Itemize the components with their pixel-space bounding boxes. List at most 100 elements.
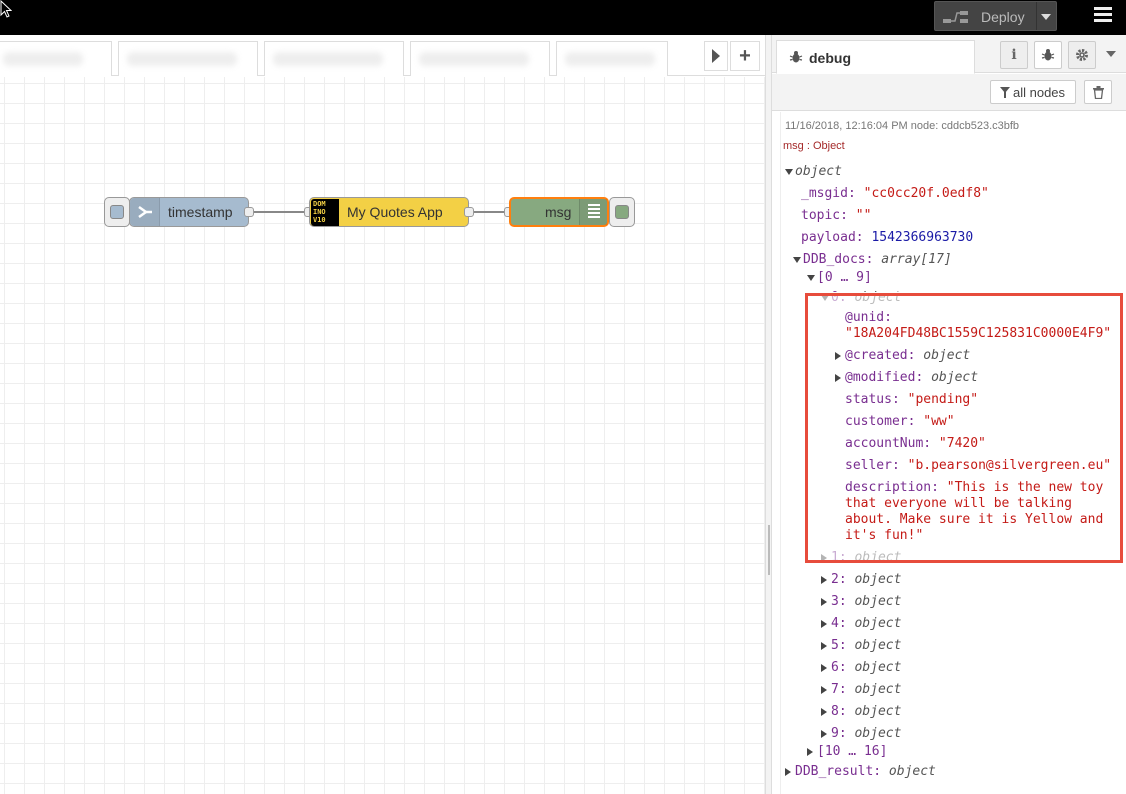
tree-key: 2: [831,572,855,587]
caret-right-icon[interactable] [821,619,827,628]
bug-icon [789,51,803,63]
tree-key: 7: [831,682,855,697]
hamburger-menu-icon[interactable] [1094,7,1114,25]
tree-row[interactable]: 3: object [821,594,901,609]
tree-key: 5: [831,638,855,653]
tab-debug-label: debug [809,50,851,66]
tree-key: 6: [831,660,855,675]
deploy-button[interactable]: Deploy [934,1,1057,31]
output-port[interactable] [464,207,474,217]
caret-right-icon[interactable] [821,597,827,606]
filter-label: all nodes [1013,85,1066,100]
highlight-box [805,293,1123,563]
mouse-cursor-icon [0,0,12,18]
tree-row[interactable]: 2: object [821,572,901,587]
output-port[interactable] [244,207,254,217]
filter-icon-stem [1004,92,1006,98]
tree-value: "cc0cc20f.0edf8" [863,186,989,201]
debug-node-icon-area [579,199,607,225]
info-tab-button[interactable]: i [1000,41,1028,69]
workspace-tab[interactable] [0,41,112,76]
highlight-fade [808,296,1120,306]
domino-logo-line: V10 [313,216,326,224]
sidebar-menu-caret-icon[interactable] [1106,51,1116,57]
bug-icon [1041,49,1055,61]
caret-right-icon[interactable] [821,641,827,650]
sidebar-resize-handle[interactable] [765,35,772,794]
tab-debug[interactable]: debug [776,40,975,74]
tree-key: payload: [801,230,872,245]
header-bar: Deploy [0,0,1126,35]
tree-key: [0 … 9] [817,270,872,285]
debug-toggle-button[interactable] [609,197,635,227]
caret-right-icon[interactable] [821,575,827,584]
tree-value: object [854,638,902,653]
inject-node-icon-area [130,198,160,226]
caret-down-icon[interactable] [793,256,801,263]
tree-row[interactable]: 8: object [821,704,901,719]
tree-key: 9: [831,726,855,741]
tree-row[interactable]: 6: object [821,660,901,675]
tree-key: topic: [801,208,856,223]
workspace-tab[interactable] [264,41,404,76]
domino-logo-line: INO [313,208,326,216]
tree-row[interactable]: DDB_docs: array[17] [793,252,952,267]
tree-row[interactable]: 5: object [821,638,901,653]
tree-value: array[17] [881,252,952,267]
tree-row[interactable]: DDB_result: object [785,764,936,779]
add-flow-tab-button[interactable]: + [730,41,760,71]
caret-right-icon[interactable] [821,663,827,672]
resize-grip[interactable] [768,525,770,575]
tab-scroll-right-button[interactable] [704,41,728,71]
tree-key: 3: [831,594,855,609]
tree-key: DDB_result: [795,764,889,779]
caret-right-icon[interactable] [821,729,827,738]
workspace-tab[interactable] [118,41,258,76]
tree-row: topic: "" [801,208,871,223]
tree-key: [10 … 16] [817,744,888,759]
deploy-label: Deploy [981,9,1025,25]
tree-key: 4: [831,616,855,631]
debug-tab-button[interactable] [1034,41,1062,69]
filter-all-nodes-button[interactable]: all nodes [990,80,1076,104]
inject-trigger-button[interactable] [104,197,130,227]
deploy-dropdown-caret-icon[interactable] [1041,14,1051,20]
workspace-tab[interactable] [556,41,668,76]
flow-canvas[interactable]: timestamp DOM INO V10 My Quotes App msg [0,77,765,794]
tree-value: object [888,764,936,779]
workspace-tab[interactable] [410,41,550,76]
caret-down-icon[interactable] [807,274,815,281]
tree-value: object [854,682,902,697]
tree-row[interactable]: [0 … 9] [807,270,872,285]
debug-toolbar: all nodes [772,74,1126,111]
caret-right-icon[interactable] [807,747,813,756]
tree-row[interactable]: object [785,164,842,179]
domino-node-my-quotes-app[interactable]: DOM INO V10 My Quotes App [309,197,469,227]
settings-tab-button[interactable] [1068,41,1096,69]
info-icon: i [1011,47,1017,63]
message-metadata: 11/16/2018, 12:16:04 PM node: cddcb523.c… [785,120,1020,132]
tree-row[interactable]: 4: object [821,616,901,631]
tree-row[interactable]: [10 … 16] [807,744,887,759]
tree-value: object [795,164,842,179]
play-right-icon [712,49,720,63]
tree-value: 1542366963730 [871,230,974,245]
caret-down-icon[interactable] [785,168,793,175]
caret-right-icon[interactable] [821,707,827,716]
highlight-fade [808,548,1120,560]
tree-value: object [854,594,902,609]
clear-log-button[interactable] [1084,80,1112,104]
domino-logo-line: DOM [313,200,326,208]
tree-key: DDB_docs: [803,252,882,267]
debug-node-msg[interactable]: msg [509,197,609,227]
inject-node-timestamp[interactable]: timestamp [129,197,249,227]
caret-right-icon[interactable] [821,685,827,694]
tree-row[interactable]: 7: object [821,682,901,697]
caret-right-icon[interactable] [785,767,791,776]
list-lines-icon [588,204,600,218]
workspace-tab-bar: + [0,35,765,76]
tree-row[interactable]: 9: object [821,726,901,741]
node-label: My Quotes App [347,204,443,220]
message-type-label: msg : Object [783,140,845,152]
gear-icon [1076,49,1088,61]
